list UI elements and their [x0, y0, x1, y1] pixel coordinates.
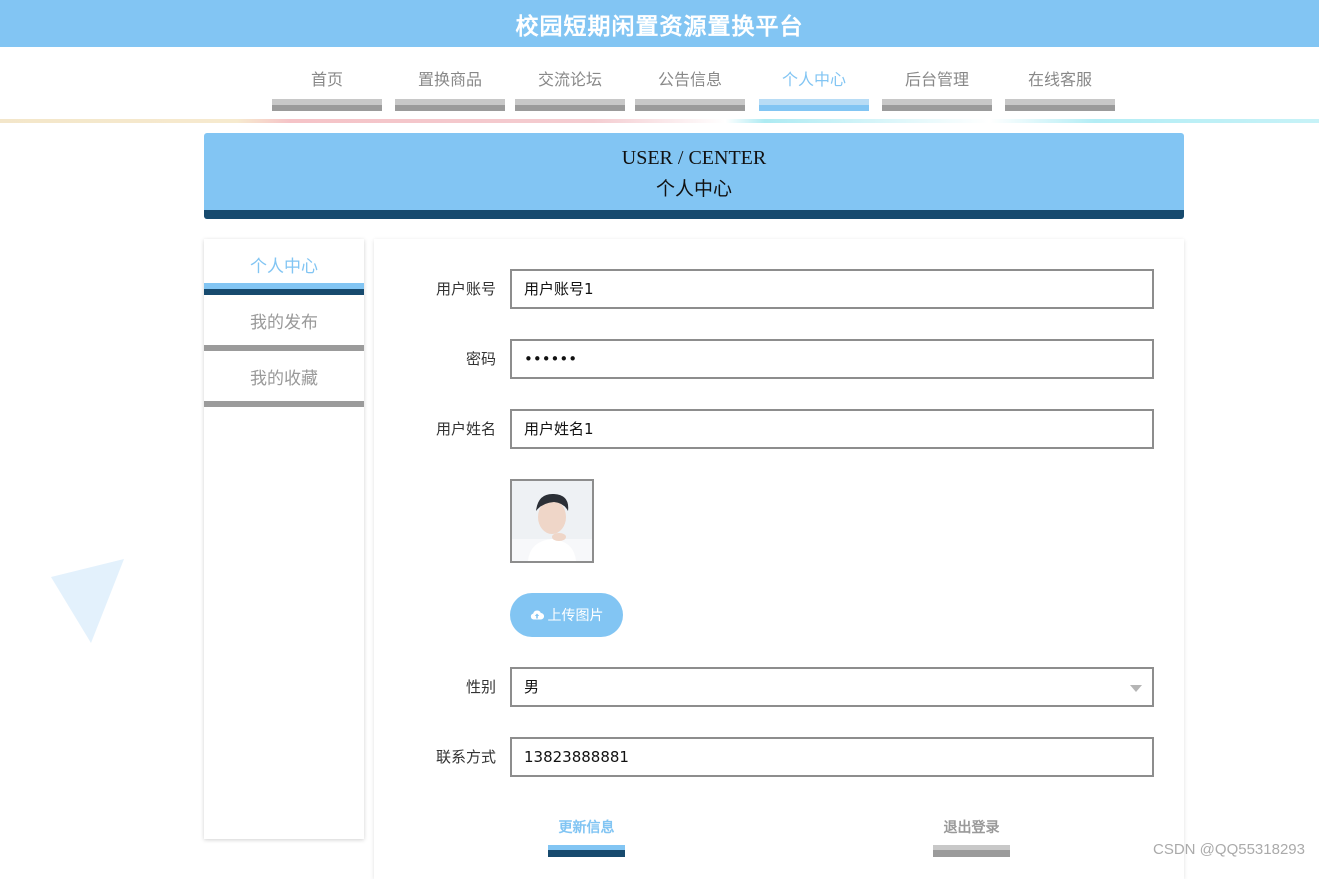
account-row: 用户账号 用户账号1 [374, 269, 1184, 309]
sidebar-underline [204, 283, 364, 295]
nav-item-label: 在线客服 [1027, 70, 1092, 89]
name-input[interactable]: 用户姓名1 [510, 409, 1154, 449]
nav-underline [395, 99, 505, 111]
account-label: 用户账号 [435, 280, 496, 298]
password-input[interactable]: •••••• [510, 339, 1154, 379]
phone-row: 联系方式 13823888881 [374, 737, 1184, 777]
sidebar-item-my-posts[interactable]: 我的发布 [204, 295, 364, 351]
upload-image-button[interactable]: 上传图片 [510, 593, 623, 637]
chevron-down-icon [1130, 685, 1142, 692]
gender-selected-value: 男 [524, 678, 540, 696]
nav-item-announcements[interactable]: 公告信息 [635, 47, 745, 111]
gender-label: 性别 [465, 678, 496, 696]
section-title-en: USER / CENTER [621, 147, 767, 169]
phone-label: 联系方式 [435, 748, 496, 766]
nav-item-home[interactable]: 首页 [272, 47, 382, 111]
nav-underline [272, 99, 382, 111]
nav-item-label: 首页 [310, 70, 343, 89]
cloud-upload-icon [530, 610, 544, 620]
nav-underline [1005, 99, 1115, 111]
logout-button[interactable]: 退出登录 [933, 817, 1010, 857]
sidebar-item-my-favorites[interactable]: 我的收藏 [204, 351, 364, 407]
gender-select[interactable]: 男 [510, 667, 1154, 707]
sidebar-underline [204, 401, 364, 407]
nav-underline [759, 99, 869, 111]
nav-item-label: 公告信息 [657, 70, 722, 89]
avatar-photo-icon [512, 481, 592, 561]
logout-label: 退出登录 [943, 820, 1000, 836]
main-nav: 首页 置换商品 交流论坛 公告信息 个人中心 后台管理 在线客服 [0, 47, 1319, 113]
button-underline [548, 845, 625, 857]
nav-item-label: 交流论坛 [537, 70, 602, 89]
watermark: CSDN @QQ55318293 [1153, 841, 1305, 858]
nav-underline [515, 99, 625, 111]
sidebar-item-label: 个人中心 [250, 257, 318, 277]
name-label: 用户姓名 [435, 420, 496, 438]
sidebar-item-label: 我的收藏 [250, 369, 318, 389]
decorative-triangle-icon [51, 559, 124, 643]
decorative-stripe [0, 119, 1319, 123]
sidebar-item-label: 我的发布 [250, 313, 318, 333]
nav-item-exchange-goods[interactable]: 置换商品 [395, 47, 505, 111]
nav-item-user-center[interactable]: 个人中心 [759, 47, 869, 111]
avatar [510, 479, 594, 563]
nav-underline [882, 99, 992, 111]
profile-form: 用户账号 用户账号1 密码 •••••• 用户姓名 用户姓名1 上传图片 性别 … [374, 239, 1184, 879]
update-info-label: 更新信息 [558, 820, 615, 836]
update-info-button[interactable]: 更新信息 [548, 817, 625, 857]
password-row: 密码 •••••• [374, 339, 1184, 379]
section-title-cn: 个人中心 [655, 178, 732, 200]
sidebar: 个人中心 我的发布 我的收藏 [204, 239, 364, 839]
section-header: USER / CENTER 个人中心 [204, 133, 1184, 219]
gender-row: 性别 男 [374, 667, 1184, 707]
nav-underline [635, 99, 745, 111]
header-underline [204, 210, 1184, 219]
nav-item-admin[interactable]: 后台管理 [882, 47, 992, 111]
account-input[interactable]: 用户账号1 [510, 269, 1154, 309]
sidebar-item-user-center[interactable]: 个人中心 [204, 239, 364, 295]
phone-input[interactable]: 13823888881 [510, 737, 1154, 777]
password-label: 密码 [465, 350, 496, 368]
name-row: 用户姓名 用户姓名1 [374, 409, 1184, 449]
nav-item-forum[interactable]: 交流论坛 [515, 47, 625, 111]
app-title: 校园短期闲置资源置换平台 [0, 0, 1319, 47]
button-underline [933, 845, 1010, 857]
upload-image-label: 上传图片 [547, 608, 604, 624]
nav-item-online-service[interactable]: 在线客服 [1005, 47, 1115, 111]
nav-item-label: 后台管理 [904, 70, 969, 89]
nav-item-label: 个人中心 [781, 70, 846, 89]
nav-item-label: 置换商品 [417, 70, 482, 89]
